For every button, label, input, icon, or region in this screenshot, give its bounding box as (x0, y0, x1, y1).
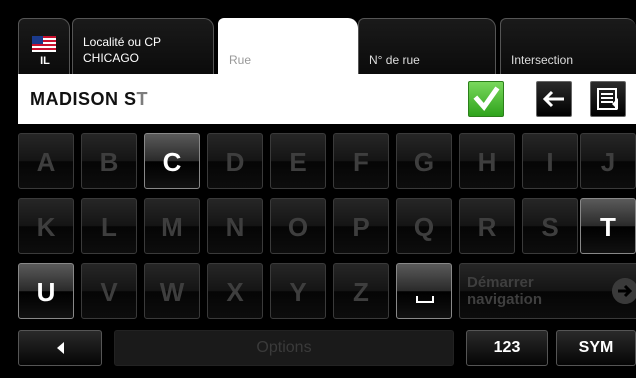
key-a[interactable]: A (18, 133, 74, 189)
state-label: IL (40, 55, 50, 67)
key-p[interactable]: P (333, 198, 389, 254)
locality-label: Localité ou CP (83, 35, 162, 49)
key-v[interactable]: V (81, 263, 137, 319)
us-flag-icon (32, 36, 56, 52)
start-navigation-line2: navigation (467, 291, 543, 308)
key-b[interactable]: B (81, 133, 137, 189)
tab-locality[interactable]: Localité ou CP CHICAGO (72, 18, 214, 74)
tab-bar: IL Localité ou CP CHICAGO Rue N° de rue … (0, 0, 636, 74)
arrow-right-circle-icon (612, 278, 636, 304)
street-label: Rue (229, 53, 252, 67)
space-icon (416, 296, 434, 303)
input-text: MADISON ST (30, 89, 148, 110)
input-value: MADISON S (30, 89, 137, 109)
key-r[interactable]: R (459, 198, 515, 254)
tab-state[interactable]: IL (18, 18, 70, 74)
locality-value: CHICAGO (83, 51, 140, 65)
confirm-button[interactable] (468, 81, 504, 117)
tab-intersection[interactable]: Intersection (500, 18, 636, 74)
key-k[interactable]: K (18, 198, 74, 254)
key-d[interactable]: D (207, 133, 263, 189)
key-j[interactable]: J (580, 133, 636, 189)
list-button[interactable] (590, 81, 626, 117)
tab-street[interactable]: Rue (218, 18, 358, 74)
key-n[interactable]: N (207, 198, 263, 254)
input-suggestion: T (136, 89, 149, 109)
key-w[interactable]: W (144, 263, 200, 319)
backspace-button[interactable] (536, 81, 572, 117)
keyboard: A B C D E F G H I J K L M N O P Q R S T … (18, 133, 636, 319)
start-navigation-button[interactable]: Démarrer navigation (459, 263, 636, 319)
tab-street-number[interactable]: N° de rue (358, 18, 496, 74)
key-e[interactable]: E (270, 133, 326, 189)
numeric-keyboard-button[interactable]: 123 (466, 330, 548, 366)
street-number-label: N° de rue (369, 53, 420, 67)
backspace-arrow-icon (542, 90, 564, 108)
street-input-field[interactable]: MADISON ST (18, 74, 636, 124)
start-navigation-line1: Démarrer (467, 274, 534, 291)
triangle-left-icon (57, 342, 64, 354)
previous-button[interactable] (18, 330, 102, 366)
symbol-keyboard-button[interactable]: SYM (556, 330, 636, 366)
key-q[interactable]: Q (396, 198, 452, 254)
bottom-bar: Options 123 SYM (18, 330, 636, 366)
key-h[interactable]: H (459, 133, 515, 189)
key-c[interactable]: C (144, 133, 200, 189)
key-o[interactable]: O (270, 198, 326, 254)
key-z[interactable]: Z (333, 263, 389, 319)
key-f[interactable]: F (333, 133, 389, 189)
key-y[interactable]: Y (270, 263, 326, 319)
checkmark-icon (473, 86, 500, 112)
list-icon (597, 88, 618, 110)
key-m[interactable]: M (144, 198, 200, 254)
key-u[interactable]: U (18, 263, 74, 319)
options-button[interactable]: Options (114, 330, 454, 366)
key-s[interactable]: S (522, 198, 578, 254)
key-t[interactable]: T (580, 198, 636, 254)
space-key[interactable] (396, 263, 452, 319)
key-l[interactable]: L (81, 198, 137, 254)
key-x[interactable]: X (207, 263, 263, 319)
key-i[interactable]: I (522, 133, 578, 189)
intersection-label: Intersection (511, 53, 574, 67)
key-g[interactable]: G (396, 133, 452, 189)
